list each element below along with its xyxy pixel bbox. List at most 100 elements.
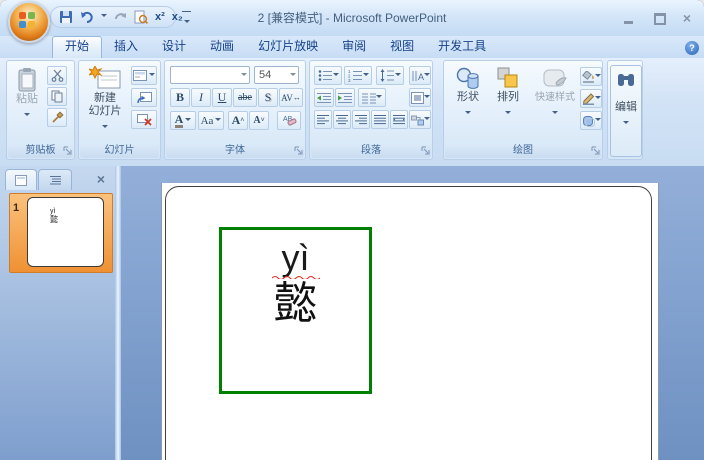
chevron-down-icon [149, 72, 155, 79]
tab-slideshow[interactable]: 幻灯片放映 [246, 36, 330, 58]
font-color-button[interactable]: A [170, 111, 196, 130]
help-button[interactable]: ? [685, 41, 699, 55]
chevron-down-icon [376, 94, 382, 101]
align-center-button[interactable] [333, 110, 351, 129]
office-button[interactable] [8, 1, 50, 43]
delete-slide-button[interactable] [131, 110, 157, 129]
drawing-dialog-launcher[interactable] [590, 145, 601, 157]
justify-button[interactable] [371, 110, 389, 129]
align-text-button[interactable] [409, 88, 431, 107]
new-slide-button[interactable]: 新建 幻灯片 [81, 63, 129, 145]
layout-button[interactable] [131, 66, 157, 85]
numbering-button[interactable]: 123 [344, 66, 372, 85]
text-direction-button[interactable]: A [409, 66, 431, 85]
pinyin-text: yì [281, 237, 310, 278]
columns-button[interactable] [358, 88, 386, 107]
shape-fill-button[interactable] [580, 67, 602, 86]
align-right-button[interactable] [352, 110, 370, 129]
layout-icon [133, 70, 147, 81]
reset-slide-button[interactable] [131, 88, 157, 107]
decrease-indent-icon [317, 92, 331, 103]
decrease-indent-button[interactable] [314, 88, 334, 107]
increase-indent-button[interactable] [335, 88, 355, 107]
strikethrough-button[interactable]: abe [233, 88, 257, 107]
clear-formatting-button[interactable]: AB [277, 111, 301, 130]
clear-formatting-icon: AB [283, 116, 296, 126]
save-button[interactable] [59, 10, 73, 25]
shrink-font-button[interactable]: A ˅ [249, 111, 269, 130]
text-direction-icon: A [412, 70, 424, 82]
slide-thumbnail[interactable]: yì 懿 [27, 197, 104, 267]
restore-button[interactable] [650, 11, 668, 26]
paste-label: 粘贴 [16, 93, 38, 105]
align-left-button[interactable] [314, 110, 332, 129]
distribute-icon [393, 115, 405, 125]
tab-design[interactable]: 设计 [150, 36, 198, 58]
tab-insert[interactable]: 插入 [102, 36, 150, 58]
quick-styles-icon [543, 69, 567, 87]
arrange-button[interactable]: 排列 [488, 63, 528, 143]
undo-dropdown-icon[interactable] [101, 14, 107, 20]
chevron-down-icon [423, 116, 430, 123]
format-painter-button[interactable] [47, 108, 67, 127]
convert-smartart-button[interactable] [409, 110, 431, 129]
print-preview-button[interactable] [134, 10, 148, 25]
font-dialog-launcher[interactable] [293, 145, 304, 157]
shape-effects-button[interactable] [580, 111, 602, 130]
underline-button[interactable]: U [212, 88, 232, 107]
tab-slides-thumbnails[interactable] [5, 169, 37, 190]
clipboard-dialog-launcher[interactable] [62, 145, 73, 157]
slide-page[interactable]: yì 懿 [161, 183, 659, 460]
cut-button[interactable] [47, 66, 67, 85]
reset-slide-icon [136, 91, 152, 103]
tab-review[interactable]: 审阅 [330, 36, 378, 58]
shape-outline-button[interactable] [580, 89, 602, 108]
editing-button[interactable]: 编辑 [610, 65, 642, 157]
character-spacing-button[interactable]: AV ↔ [279, 88, 303, 107]
chevron-down-icon [102, 125, 108, 131]
paste-button[interactable]: 粘贴 [10, 64, 44, 130]
minimize-button[interactable] [620, 11, 638, 26]
paragraph-dialog-launcher[interactable] [420, 145, 431, 157]
green-text-box[interactable]: yì 懿 [219, 227, 372, 394]
shapes-icon [456, 67, 479, 89]
tab-outline[interactable] [38, 169, 72, 190]
thumb-hanzi: 懿 [50, 214, 58, 224]
chevron-down-icon [594, 95, 601, 102]
paste-icon [18, 68, 36, 92]
undo-button[interactable] [80, 10, 94, 25]
svg-text:3: 3 [348, 78, 351, 82]
shapes-button[interactable]: 形状 [448, 63, 488, 143]
chevron-down-icon [594, 73, 601, 80]
smartart-icon [410, 115, 424, 125]
bullets-button[interactable] [314, 66, 342, 85]
distribute-button[interactable] [390, 110, 408, 129]
font-size-combo[interactable]: 54 [254, 66, 299, 84]
slide-thumbnail-selected[interactable]: 1 yì 懿 [9, 193, 113, 273]
chevron-down-icon [623, 121, 629, 127]
tab-animations[interactable]: 动画 [198, 36, 246, 58]
text-shadow-button[interactable]: S [258, 88, 278, 107]
bold-button[interactable]: B [170, 88, 190, 107]
copy-icon [51, 90, 62, 103]
bold-label: B [175, 90, 184, 104]
arrange-icon [497, 67, 518, 88]
font-name-combo[interactable] [170, 66, 250, 84]
tab-home[interactable]: 开始 [52, 36, 103, 58]
line-spacing-button[interactable] [376, 66, 404, 85]
columns-icon [362, 93, 376, 103]
bullets-icon [318, 70, 332, 81]
change-case-button[interactable]: Aa [198, 111, 224, 130]
quick-styles-button[interactable]: 快速样式 [528, 63, 582, 143]
italic-button[interactable]: I [191, 88, 211, 107]
copy-button[interactable] [47, 87, 67, 106]
tab-developer[interactable]: 开发工具 [426, 36, 498, 58]
grow-font-button[interactable]: A ˄ [228, 111, 248, 130]
shadow-label: S [264, 90, 272, 104]
redo-button[interactable] [114, 10, 127, 25]
panel-close-button[interactable]: × [90, 170, 112, 189]
close-button[interactable]: × [678, 11, 696, 26]
tab-view[interactable]: 视图 [378, 36, 426, 58]
increase-indent-icon [338, 92, 352, 103]
shape-effects-icon [582, 115, 595, 127]
